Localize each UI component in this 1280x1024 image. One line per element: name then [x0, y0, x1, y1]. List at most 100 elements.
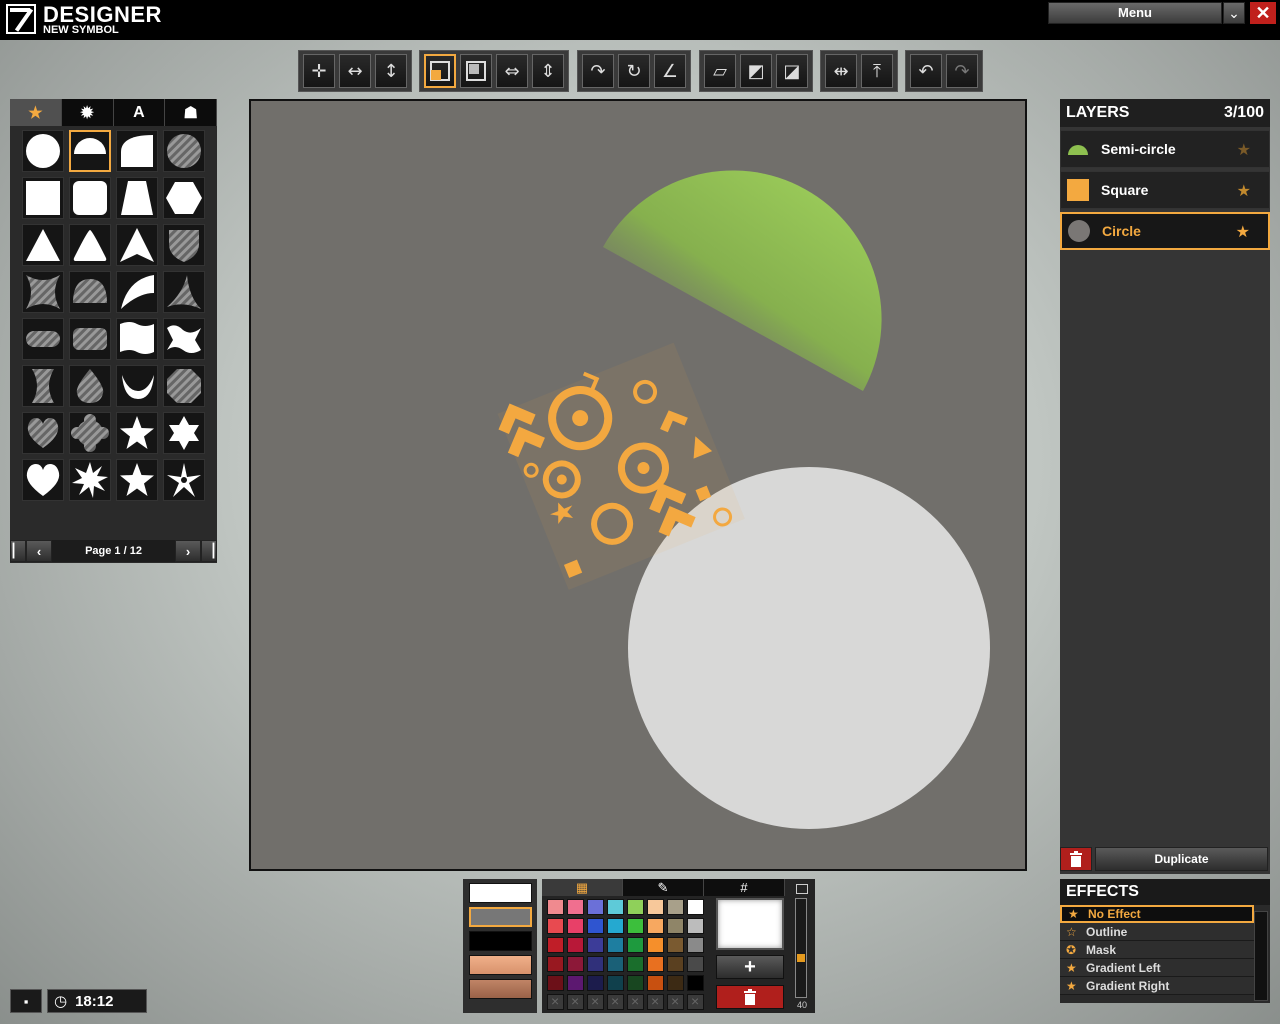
- palette-color[interactable]: [687, 975, 704, 991]
- palette-color[interactable]: [587, 918, 604, 934]
- palette-color[interactable]: [567, 918, 584, 934]
- empty-color-slot[interactable]: [667, 993, 684, 1010]
- shape-square[interactable]: [22, 177, 64, 219]
- palette-color[interactable]: [567, 975, 584, 991]
- favorite-star-icon[interactable]: ★: [1236, 222, 1250, 241]
- move-vertical-icon[interactable]: ↕: [375, 54, 407, 88]
- chat-icon[interactable]: ▪: [10, 989, 42, 1013]
- effect-outline[interactable]: ☆ Outline: [1060, 923, 1254, 941]
- swatch-gray[interactable]: [469, 907, 532, 927]
- shape-striped-arch[interactable]: [69, 271, 111, 313]
- shape-striped-shield[interactable]: [163, 224, 205, 266]
- shape-rounded-square[interactable]: [69, 177, 111, 219]
- close-button[interactable]: ✕: [1250, 2, 1276, 24]
- move-icon[interactable]: ✛: [303, 54, 335, 88]
- chevron-down-icon[interactable]: ⌄: [1223, 2, 1245, 24]
- palette-color[interactable]: [647, 899, 664, 915]
- empty-color-slot[interactable]: [547, 993, 564, 1010]
- palette-color[interactable]: [587, 899, 604, 915]
- rotate-free-icon[interactable]: ↻: [618, 54, 650, 88]
- shape-six-point-star[interactable]: [163, 412, 205, 454]
- layer-circle[interactable]: Circle ★: [1060, 212, 1270, 250]
- skew-vertical-icon[interactable]: ◪: [776, 54, 808, 88]
- shape-striped-curve-triangle[interactable]: [163, 271, 205, 313]
- palette-color[interactable]: [667, 937, 684, 953]
- swatch-white[interactable]: [469, 883, 532, 903]
- text-tab[interactable]: A: [113, 99, 166, 126]
- palette-color[interactable]: [587, 975, 604, 991]
- scale-icon[interactable]: [424, 54, 456, 88]
- redo-icon[interactable]: ↷: [946, 54, 978, 88]
- empty-color-slot[interactable]: [587, 993, 604, 1010]
- palette-color[interactable]: [547, 899, 564, 915]
- palette-color[interactable]: [627, 975, 644, 991]
- effect-gradient-left[interactable]: ★ Gradient Left: [1060, 959, 1254, 977]
- skew-icon[interactable]: ▱: [704, 54, 736, 88]
- palette-color[interactable]: [647, 956, 664, 972]
- flip-vertical-icon[interactable]: ⤒: [861, 54, 893, 88]
- shape-striped-drop[interactable]: [69, 365, 111, 407]
- effects-scrollbar[interactable]: [1254, 911, 1268, 1001]
- delete-color-button[interactable]: [716, 985, 784, 1009]
- opacity-handle[interactable]: [797, 954, 805, 962]
- shape-rounded-triangle[interactable]: [69, 224, 111, 266]
- star-icon[interactable]: ★: [10, 99, 62, 126]
- hex-tab[interactable]: #: [704, 879, 785, 896]
- shape-hexagon[interactable]: [163, 177, 205, 219]
- scale-corner-icon[interactable]: [460, 54, 492, 88]
- rotate-angle-icon[interactable]: ∠: [654, 54, 686, 88]
- shape-trapezoid[interactable]: [116, 177, 158, 219]
- shape-heart[interactable]: [22, 459, 64, 501]
- next-page-button[interactable]: ›: [175, 540, 201, 562]
- effect-mask[interactable]: ✪ Mask: [1060, 941, 1254, 959]
- shape-circle[interactable]: [22, 130, 64, 172]
- shape-flag[interactable]: [116, 318, 158, 360]
- empty-color-slot[interactable]: [567, 993, 584, 1010]
- shape-burst[interactable]: [69, 459, 111, 501]
- shape-striped-circle[interactable]: [163, 130, 205, 172]
- favorite-star-icon[interactable]: ★: [1237, 140, 1251, 159]
- palette-color[interactable]: [627, 937, 644, 953]
- palette-color[interactable]: [607, 956, 624, 972]
- palette-color[interactable]: [667, 918, 684, 934]
- empty-color-slot[interactable]: [627, 993, 644, 1010]
- shape-striped-heart[interactable]: [22, 412, 64, 454]
- palette-color[interactable]: [687, 956, 704, 972]
- palette-color[interactable]: [567, 937, 584, 953]
- palette-color[interactable]: [587, 956, 604, 972]
- palette-color[interactable]: [547, 975, 564, 991]
- palette-color[interactable]: [547, 918, 564, 934]
- badge-icon[interactable]: ✹: [61, 99, 114, 126]
- shape-striped-octagon[interactable]: [163, 365, 205, 407]
- palette-color[interactable]: [687, 918, 704, 934]
- opacity-slider[interactable]: 40: [791, 882, 813, 1012]
- swatch-texture-dark[interactable]: [469, 979, 532, 999]
- palette-color[interactable]: [667, 975, 684, 991]
- scale-vertical-icon[interactable]: ⇕: [532, 54, 564, 88]
- empty-color-slot[interactable]: [647, 993, 664, 1010]
- palette-color[interactable]: [647, 918, 664, 934]
- palette-color[interactable]: [567, 899, 584, 915]
- skew-horizontal-icon[interactable]: ◩: [740, 54, 772, 88]
- shape-triangle[interactable]: [22, 224, 64, 266]
- palette-color[interactable]: [607, 937, 624, 953]
- shape-quarter-circle[interactable]: [116, 130, 158, 172]
- palette-color[interactable]: [667, 956, 684, 972]
- shape-striped-concave[interactable]: [22, 271, 64, 313]
- palette-color[interactable]: [567, 956, 584, 972]
- scale-horizontal-icon[interactable]: ⇔: [496, 54, 528, 88]
- layer-square[interactable]: Square ★: [1060, 171, 1270, 209]
- palette-color[interactable]: [647, 975, 664, 991]
- rotate-icon[interactable]: ↷: [582, 54, 614, 88]
- shape-arrow-triangle[interactable]: [116, 224, 158, 266]
- shape-pinwheel-star[interactable]: [163, 459, 205, 501]
- palette-color[interactable]: [587, 937, 604, 953]
- shape-striped-hourglass[interactable]: [22, 365, 64, 407]
- shape-wing[interactable]: [116, 271, 158, 313]
- move-horizontal-icon[interactable]: ↔: [339, 54, 371, 88]
- palette-icon[interactable]: ▦: [542, 879, 623, 896]
- delete-layer-button[interactable]: [1060, 847, 1092, 871]
- shape-star[interactable]: [116, 412, 158, 454]
- shape-semicircle[interactable]: [69, 130, 111, 172]
- shape-crescent[interactable]: [116, 365, 158, 407]
